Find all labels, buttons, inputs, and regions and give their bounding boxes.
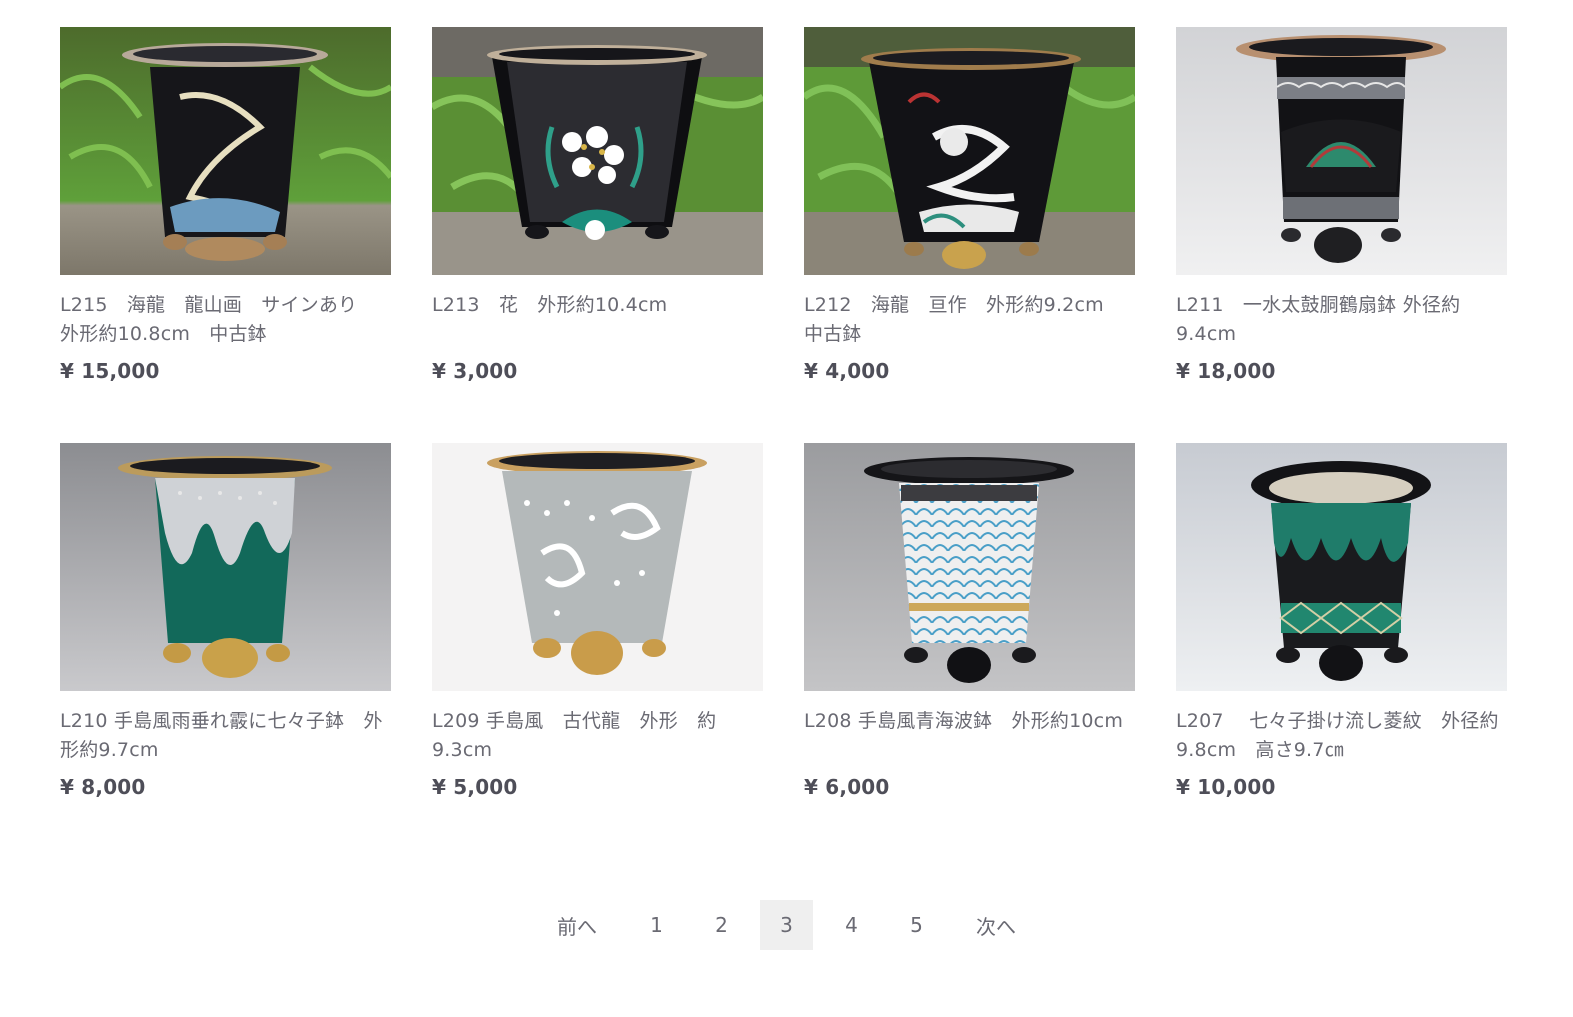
product-title[interactable]: L210 手島風雨垂れ霰に七々子鉢 外形約9.7cm <box>60 707 391 765</box>
product-image[interactable] <box>804 443 1135 691</box>
pot-photo-flower-icon <box>432 27 763 275</box>
product-image[interactable] <box>60 443 391 691</box>
product-card[interactable]: L208 手島風青海波鉢 外形約10cm ¥ 6,000 <box>804 443 1135 859</box>
product-card[interactable]: L213 花 外形約10.4cm ¥ 3,000 <box>432 27 763 443</box>
product-title[interactable]: L209 手島風 古代龍 外形 約9.3cm <box>432 707 763 765</box>
product-price: ¥ 10,000 <box>1176 775 1276 799</box>
product-title[interactable]: L212 海龍 亘作 外形約9.2cm 中古鉢 <box>804 291 1135 349</box>
product-card[interactable]: L212 海龍 亘作 外形約9.2cm 中古鉢 ¥ 4,000 <box>804 27 1135 443</box>
product-image[interactable] <box>60 27 391 275</box>
pagination-page-4[interactable]: 4 <box>825 900 878 950</box>
pot-photo-drip-icon <box>60 443 391 691</box>
product-price: ¥ 4,000 <box>804 359 890 383</box>
product-card[interactable]: L211 一水太鼓胴鶴扇鉢 外径約9.4cm ¥ 18,000 <box>1176 27 1507 443</box>
pot-photo-ancient-dragon-icon <box>432 443 763 691</box>
product-grid: L215 海龍 龍山画 サインあり 外形約10.8cm 中古鉢 ¥ 15,000 <box>60 27 1508 859</box>
product-price: ¥ 8,000 <box>60 775 146 799</box>
product-price: ¥ 5,000 <box>432 775 518 799</box>
product-image[interactable] <box>432 443 763 691</box>
pot-photo-dragon-icon <box>60 27 391 275</box>
pagination-page-1[interactable]: 1 <box>630 900 683 950</box>
pagination-page-3-current[interactable]: 3 <box>760 900 813 950</box>
pagination-prev[interactable]: 前へ <box>536 900 618 950</box>
pagination-next[interactable]: 次へ <box>955 900 1037 950</box>
product-card[interactable]: L209 手島風 古代龍 外形 約9.3cm ¥ 5,000 <box>432 443 763 859</box>
product-price: ¥ 15,000 <box>60 359 160 383</box>
product-title[interactable]: L207 七々子掛け流し菱紋 外径約9.8cm 高さ9.7㎝ <box>1176 707 1507 765</box>
product-price: ¥ 3,000 <box>432 359 518 383</box>
product-title[interactable]: L211 一水太鼓胴鶴扇鉢 外径約9.4cm <box>1176 291 1507 349</box>
product-card[interactable]: L215 海龍 龍山画 サインあり 外形約10.8cm 中古鉢 ¥ 15,000 <box>60 27 391 443</box>
product-price: ¥ 18,000 <box>1176 359 1276 383</box>
pagination-page-2[interactable]: 2 <box>695 900 748 950</box>
pot-photo-fan-icon <box>1176 27 1507 275</box>
pot-photo-dragon-icon <box>804 27 1135 275</box>
pagination-page-5[interactable]: 5 <box>890 900 943 950</box>
product-image[interactable] <box>1176 443 1507 691</box>
product-price: ¥ 6,000 <box>804 775 890 799</box>
product-title[interactable]: L213 花 外形約10.4cm <box>432 291 763 349</box>
pagination: 前へ 1 2 3 4 5 次へ <box>0 900 1573 950</box>
product-image[interactable] <box>804 27 1135 275</box>
product-image[interactable] <box>1176 27 1507 275</box>
product-card[interactable]: L207 七々子掛け流し菱紋 外径約9.8cm 高さ9.7㎝ ¥ 10,000 <box>1176 443 1507 859</box>
product-title[interactable]: L215 海龍 龍山画 サインあり 外形約10.8cm 中古鉢 <box>60 291 391 349</box>
product-card[interactable]: L210 手島風雨垂れ霰に七々子鉢 外形約9.7cm ¥ 8,000 <box>60 443 391 859</box>
product-title[interactable]: L208 手島風青海波鉢 外形約10cm <box>804 707 1135 765</box>
pot-photo-diamond-icon <box>1176 443 1507 691</box>
product-image[interactable] <box>432 27 763 275</box>
pot-photo-wave-icon <box>804 443 1135 691</box>
